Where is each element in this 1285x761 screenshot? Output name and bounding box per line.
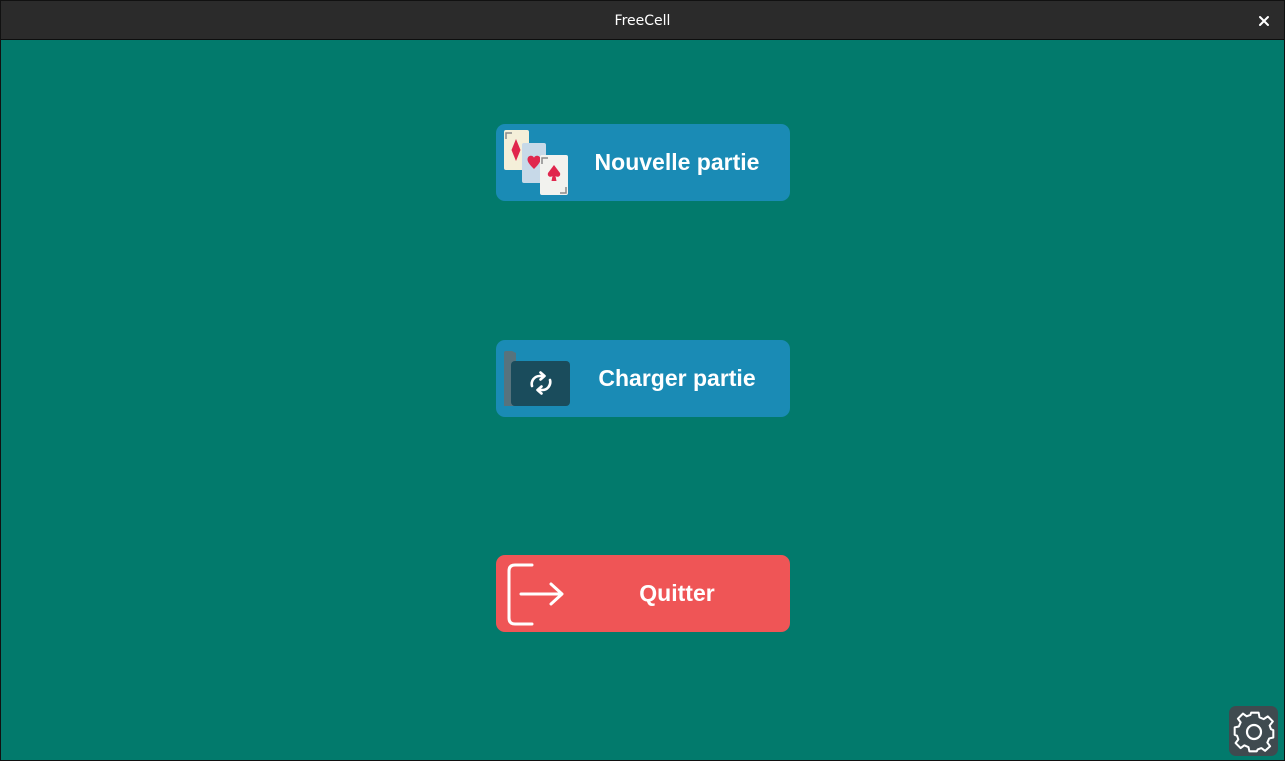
playing-cards-icon [502, 129, 570, 197]
new-game-button[interactable]: Nouvelle partie [496, 124, 790, 201]
title-bar: FreeCell [1, 1, 1284, 40]
quit-button[interactable]: Quitter [496, 555, 790, 632]
quit-label: Quitter [639, 580, 715, 606]
app-window: FreeCell Nouvelle partie Charger partie … [0, 0, 1285, 761]
gear-icon [1233, 711, 1275, 753]
window-title: FreeCell [614, 13, 671, 29]
load-game-label: Charger partie [598, 365, 756, 391]
settings-button[interactable] [1229, 706, 1278, 756]
folder-reload-icon [502, 345, 570, 413]
close-button[interactable] [1254, 11, 1274, 31]
close-icon [1259, 16, 1269, 26]
load-game-button[interactable]: Charger partie [496, 340, 790, 417]
exit-arrow-icon [502, 560, 570, 628]
new-game-label: Nouvelle partie [594, 149, 760, 175]
